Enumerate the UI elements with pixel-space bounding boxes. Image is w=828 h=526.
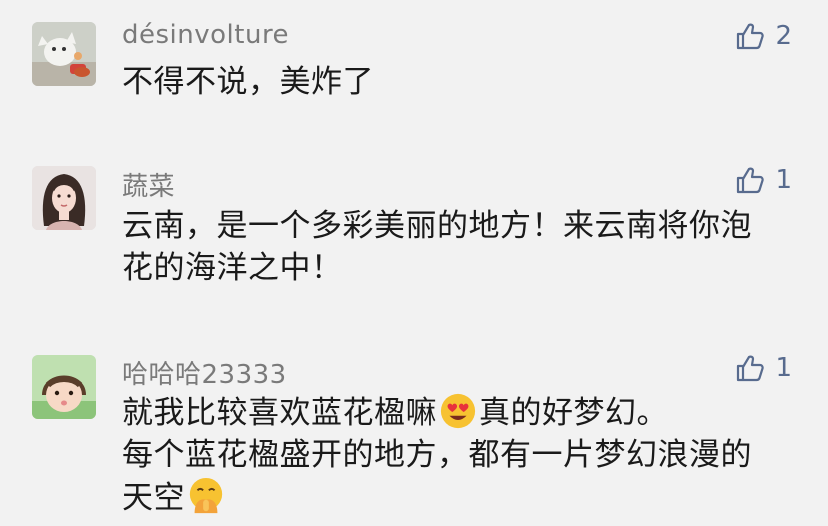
like-count: 2 [775,21,792,51]
avatar[interactable] [32,22,96,86]
thumbs-up-icon [735,165,765,195]
comment-line: 云南，是一个多彩美丽的地方！来云南将你泡 [122,208,752,244]
comment-line: 就我比较喜欢蓝花楹嘛 真的好梦幻。 [122,392,802,433]
like-button[interactable]: 2 [735,21,792,51]
comment-line: 花的海洋之中！ [122,250,343,286]
shushing-face-emoji [189,477,223,514]
comment-text-segment: 天空 [122,480,185,516]
like-count: 1 [775,165,792,195]
comment-username[interactable]: 蔬菜 [122,166,175,203]
comment-line: 不得不说，美炸了 [122,64,374,100]
avatar[interactable] [32,355,96,419]
comment-text: 云南，是一个多彩美丽的地方！来云南将你泡 花的海洋之中！ [122,206,802,288]
thumbs-up-icon [735,21,765,51]
comment-username[interactable]: désinvolture [122,20,289,50]
avatar[interactable] [32,166,96,230]
thumbs-up-icon [735,353,765,383]
comment-username[interactable]: 哈哈哈23333 [122,354,287,391]
heart-eyes-emoji [440,393,476,429]
comment-line: 每个蓝花楹盛开的地方，都有一片梦幻浪漫的 [122,437,752,473]
like-count: 1 [775,353,792,383]
comment-text: 就我比较喜欢蓝花楹嘛 真的好梦幻。 每个蓝花楹盛开的地方，都有一片梦幻浪漫的 天… [122,392,802,518]
like-button[interactable]: 1 [735,165,792,195]
comment-text-segment: 就我比较喜欢蓝花楹嘛 [122,395,437,431]
like-button[interactable]: 1 [735,353,792,383]
comment-line: 天空 [122,477,802,518]
comment-text-segment: 真的好梦幻。 [479,395,668,431]
comment-text: 不得不说，美炸了 [122,62,802,102]
